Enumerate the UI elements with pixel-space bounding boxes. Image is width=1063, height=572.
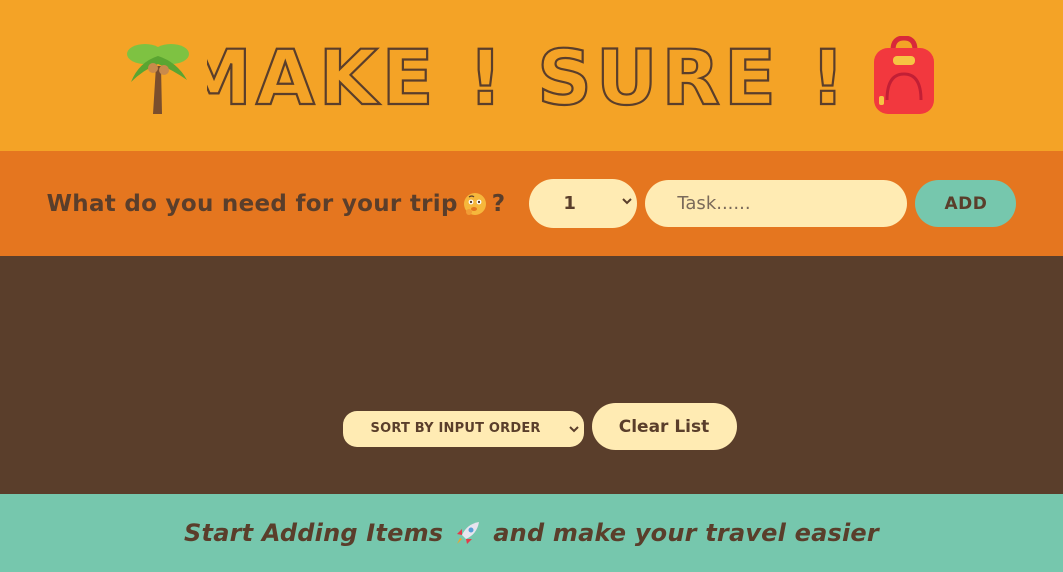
quantity-value: 1 xyxy=(563,193,576,214)
footer-message: Start Adding Items and make your travel … xyxy=(184,518,879,548)
sort-select[interactable]: SORT BY INPUT ORDER xyxy=(342,410,584,447)
list-actions: SORT BY INPUT ORDER Clear List xyxy=(0,403,1063,450)
header-content: MAKE ! SURE !! xyxy=(123,35,937,116)
sort-value: SORT BY INPUT ORDER xyxy=(370,421,541,436)
app-header: MAKE ! SURE !! xyxy=(0,0,1063,151)
chevron-down-icon xyxy=(568,425,579,432)
thinking-face-icon xyxy=(463,192,486,215)
stats-footer: Start Adding Items and make your travel … xyxy=(0,494,1063,572)
backpack-icon xyxy=(873,35,934,114)
form-question: What do you need for your trip ? xyxy=(47,191,506,217)
form-row: What do you need for your trip ? 1 ADD xyxy=(47,179,1017,228)
question-text: What do you need for your trip xyxy=(46,190,458,217)
footer-text-start: Start Adding Items xyxy=(184,519,444,547)
chevron-down-icon xyxy=(622,198,633,205)
palm-tree-icon xyxy=(126,43,189,114)
add-button[interactable]: ADD xyxy=(915,180,1017,227)
packing-list: SORT BY INPUT ORDER Clear List xyxy=(0,256,1063,494)
footer-text-end: and make your travel easier xyxy=(493,519,879,547)
app-title: MAKE ! SURE !! xyxy=(207,36,857,116)
add-item-form: What do you need for your trip ? 1 ADD xyxy=(0,151,1063,256)
svg-text:MAKE ! SURE !!: MAKE ! SURE !! xyxy=(207,36,857,116)
rocket-icon xyxy=(457,522,480,544)
task-input[interactable] xyxy=(645,180,908,227)
question-mark: ? xyxy=(491,190,506,217)
clear-list-button[interactable]: Clear List xyxy=(591,403,737,450)
quantity-select[interactable]: 1 xyxy=(529,179,638,228)
